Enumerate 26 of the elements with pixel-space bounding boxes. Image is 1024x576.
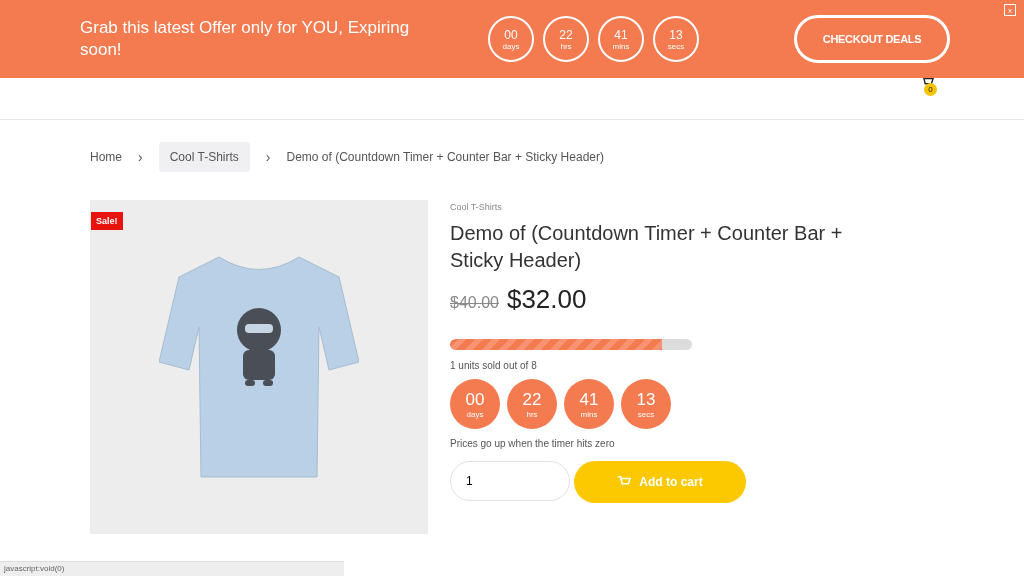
status-bar-url: javascript:void(0) [0, 561, 344, 576]
breadcrumb-separator: › [138, 149, 143, 165]
quantity-field[interactable]: 1 [450, 461, 570, 501]
breadcrumb-link[interactable]: Cool T-Shirts [158, 142, 250, 172]
countdown-circle: 22 hrs [507, 379, 557, 429]
old-price: $40.00 [450, 294, 499, 312]
sale-badge: Sale! [91, 212, 123, 230]
countdown-circle: 13 secs [621, 379, 671, 429]
countdown-circle: 41 mins [564, 379, 614, 429]
product-category[interactable]: Cool T-Shirts [450, 202, 890, 212]
countdown-circle: 41 mins [598, 16, 644, 62]
offer-message: Grab this latest Offer only for YOU, Expiring soon! [80, 17, 411, 61]
countdown-circle: 00 days [450, 379, 500, 429]
units-sold-text: 1 units sold out of 8 [450, 360, 538, 371]
timer-note: Prices go up when the timer hits zero [450, 438, 616, 449]
countdown-circle: 00 days [488, 16, 534, 62]
countdown-circle: 22 hrs [543, 16, 589, 62]
countdown-circle: 13 secs [653, 16, 699, 62]
breadcrumb-separator: › [265, 149, 271, 165]
cart-count-badge: 0 [924, 83, 937, 96]
breadcrumb-link[interactable]: Home [90, 142, 122, 172]
checkout-deals-button[interactable]: CHECKOUT DEALS [794, 15, 950, 63]
product-title: Demo of (Countdown Timer + Counter Bar + Sticky Header) [450, 221, 844, 273]
close-button[interactable]: x [1004, 4, 1016, 16]
sale-price: $32.00 [506, 284, 587, 315]
breadcrumb-current: Demo of (Countdown Timer + Counter Bar + Sticky Header) [286, 149, 604, 166]
